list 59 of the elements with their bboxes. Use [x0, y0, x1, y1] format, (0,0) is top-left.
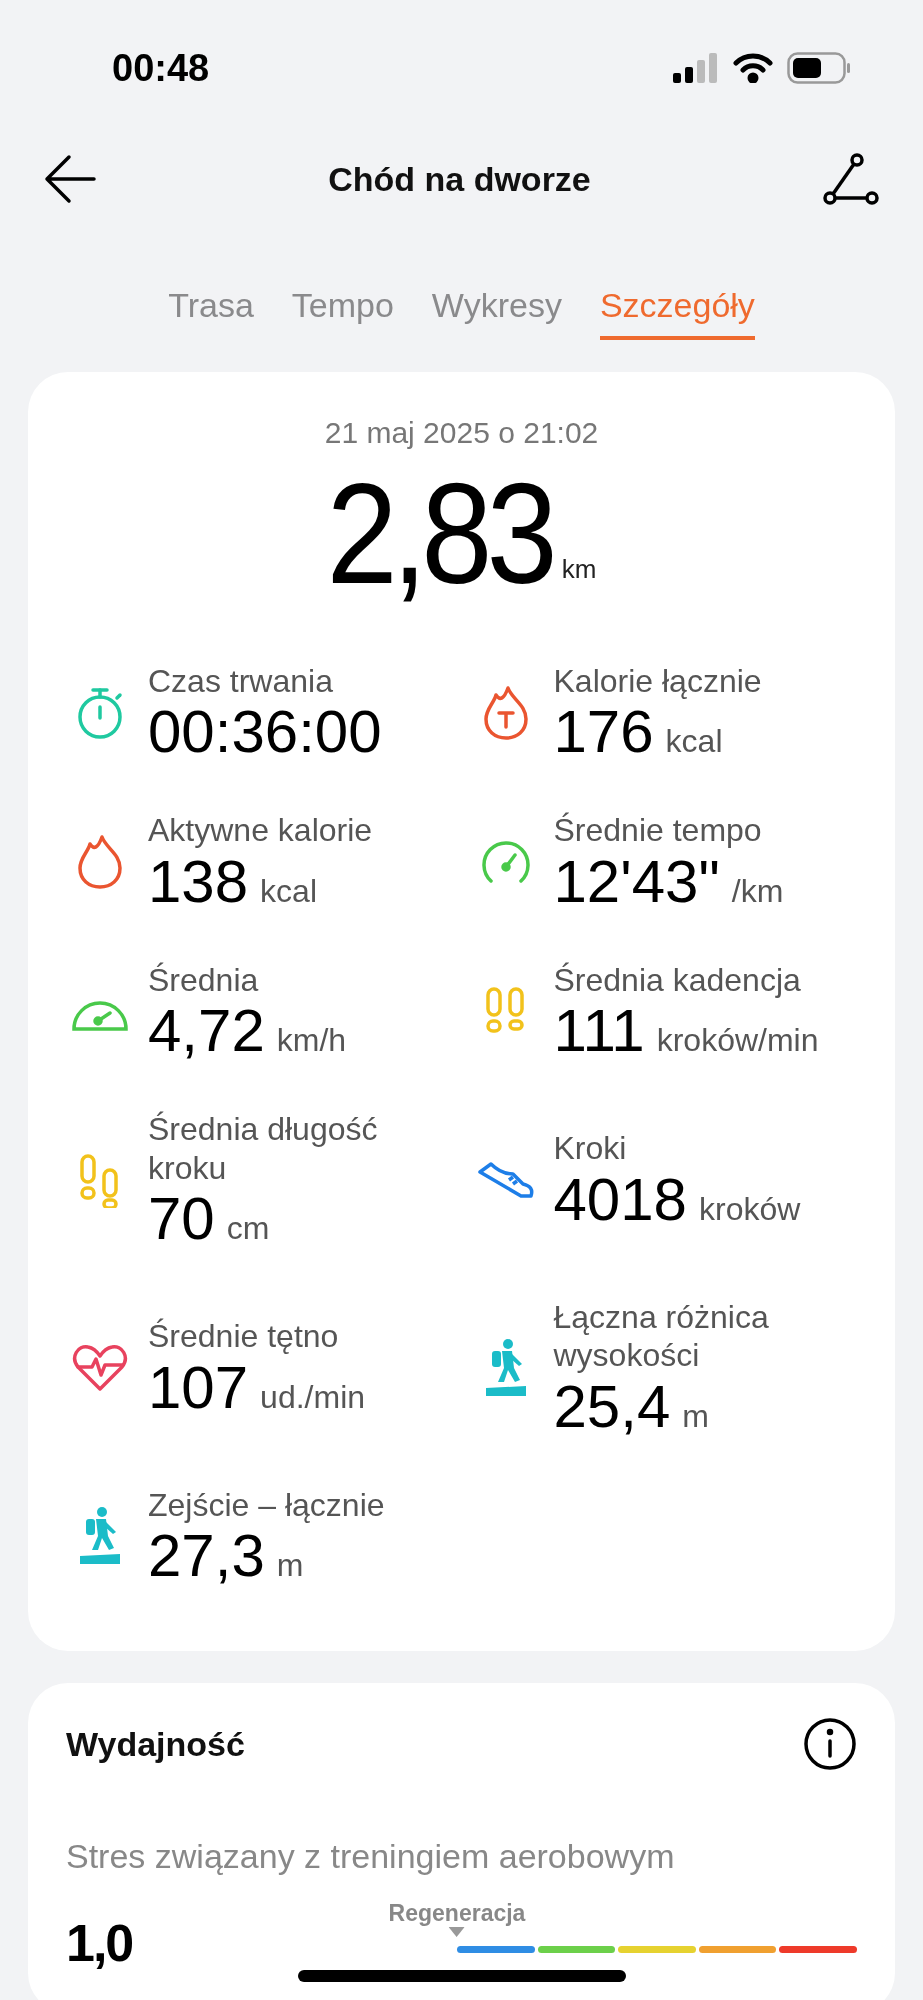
shoe-icon — [476, 1160, 535, 1201]
stat-label: Kalorie łącznie — [553, 662, 762, 701]
stat-value: 138 — [148, 849, 249, 913]
stat-label: Łączna różnica wysokości — [553, 1297, 770, 1375]
stat-unit: kcal — [260, 872, 317, 910]
stat-unit: kroków — [699, 1190, 801, 1228]
stat-value: 111 — [553, 999, 645, 1063]
stat-value: 25,4 — [553, 1374, 671, 1438]
heart-rate-icon — [72, 1342, 128, 1393]
hiker-icon — [483, 1337, 528, 1398]
battery-icon — [787, 52, 851, 84]
tab[interactable]: Szczegóły — [599, 284, 755, 340]
stat-unit: ud./min — [260, 1378, 366, 1416]
stat-value: 4018 — [553, 1167, 687, 1231]
stat-value: 12'43" — [553, 849, 720, 913]
stat-unit: /km — [731, 872, 784, 910]
info-icon[interactable] — [803, 1717, 857, 1772]
flame-icon — [76, 834, 124, 891]
stat-value: 00:36:00 — [148, 700, 382, 764]
stat-label: Kroki — [553, 1129, 628, 1168]
distance-value: 2,83 — [326, 462, 552, 606]
stat-value: 27,3 — [148, 1524, 265, 1588]
stat-unit: m — [276, 1547, 304, 1585]
metric-label: Stres związany z treningiem aerobowym — [66, 1837, 676, 1877]
stat-label: Zejście – łącznie — [148, 1485, 385, 1525]
workout-date: 21 maj 2025 o 21:02 — [323, 416, 600, 450]
hiker-icon — [78, 1506, 122, 1567]
stat-label: Czas trwania — [148, 662, 334, 701]
tab[interactable]: Tempo — [291, 284, 394, 340]
stat-label: Średnia kadencja — [553, 960, 802, 1000]
tab[interactable]: Trasa — [168, 284, 254, 340]
stat-value: 107 — [148, 1355, 249, 1419]
stat-value: 70 — [148, 1186, 215, 1250]
distance-unit: km — [561, 554, 597, 585]
stat-value: 4,72 — [148, 999, 265, 1063]
back-arrow-icon[interactable] — [44, 154, 96, 204]
page-title: Chód na dworze — [328, 159, 591, 199]
section-title: Wydajność — [66, 1724, 245, 1764]
stat-label: Średnia długość kroku — [148, 1110, 379, 1187]
wifi-icon — [733, 53, 773, 83]
stat-value: 176 — [553, 700, 654, 764]
flame-icon — [481, 684, 530, 741]
stopwatch-icon — [75, 685, 125, 740]
pointer-icon — [449, 1927, 465, 1938]
route-icon[interactable] — [823, 153, 879, 205]
stat-unit: m — [682, 1397, 709, 1435]
stat-unit: km/h — [276, 1022, 347, 1060]
signal-icon — [673, 53, 719, 83]
stat-label: Średnie tętno — [148, 1317, 340, 1356]
stat-unit: kroków/min — [656, 1022, 819, 1060]
status-time: 00:48 — [112, 46, 210, 90]
stat-label: Średnia — [148, 960, 260, 1000]
tab[interactable]: Wykresy — [431, 284, 562, 340]
metric-value: 1,0 — [66, 1913, 133, 1974]
stat-unit: kcal — [665, 723, 723, 761]
stat-label: Aktywne kalorie — [148, 811, 373, 850]
marker-label: Regeneracja — [388, 1900, 526, 1928]
stat-label: Średnie tempo — [553, 811, 763, 850]
stat-unit: cm — [226, 1209, 270, 1247]
